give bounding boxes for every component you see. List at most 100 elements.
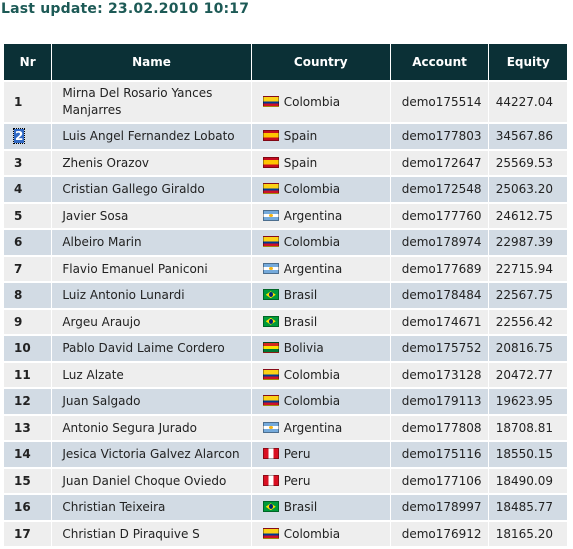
cell-account: demo175116: [390, 442, 489, 467]
column-header-nr[interactable]: Nr: [4, 44, 52, 80]
country-name: Colombia: [283, 182, 341, 197]
cell-account: demo176912: [390, 521, 489, 546]
equity-value: 22567.75: [495, 288, 553, 303]
equity-value: 18485.77: [495, 500, 553, 515]
cell-nr: 14: [4, 442, 52, 467]
country-name: Spain: [283, 129, 318, 144]
cell-name: Luz Alzate: [52, 362, 251, 387]
spain-flag-icon: [262, 156, 279, 168]
cell-country: Brasil: [251, 495, 390, 520]
cell-name: Mirna Del Rosario Yances Manjarres: [52, 82, 251, 122]
cell-nr: 13: [4, 415, 52, 440]
table-row: 3 Zhenis Orazov Spain demo172647 25569.53: [4, 150, 567, 175]
account-id: demo175116: [401, 447, 482, 462]
trader-name: Antonio Segura Jurado: [62, 420, 197, 435]
argentina-flag-icon: [262, 262, 279, 274]
cell-equity: 25569.53: [489, 150, 567, 175]
cell-nr: 5: [4, 203, 52, 228]
cell-account: demo178484: [390, 283, 489, 308]
cell-country: Colombia: [251, 362, 390, 387]
selected-text-highlight: 2: [12, 128, 26, 145]
table-row: 7 Flavio Emanuel Paniconi Argentina demo177…: [4, 256, 567, 281]
trader-name: Flavio Emanuel Paniconi: [62, 261, 208, 276]
rank-number: 8: [14, 288, 23, 303]
trader-name: Juan Salgado: [62, 394, 141, 409]
cell-country: Brasil: [251, 283, 390, 308]
rank-number: 17: [14, 526, 31, 541]
trader-name: Christian Teixeira: [62, 500, 166, 515]
cell-name: Cristian Gallego Giraldo: [52, 177, 251, 202]
column-header-account[interactable]: Account: [390, 44, 489, 80]
column-header-country[interactable]: Country: [251, 44, 390, 80]
table-row: 14 Jesica Victoria Galvez Alarcon Peru demo…: [4, 442, 567, 467]
country-name: Colombia: [283, 95, 341, 109]
cell-equity: 20816.75: [489, 336, 567, 361]
cell-equity: 25063.20: [489, 177, 567, 202]
colombia-flag-icon: [262, 236, 279, 248]
cell-account: demo177689: [390, 256, 489, 281]
equity-value: 19623.95: [495, 394, 553, 409]
trader-name: Jesica Victoria Galvez Alarcon: [62, 447, 240, 462]
account-id: demo177689: [401, 261, 482, 276]
cell-name: Argeu Araujo: [52, 309, 251, 334]
cell-equity: 22715.94: [489, 256, 567, 281]
cell-nr: 17: [4, 521, 52, 546]
cell-country: Colombia: [251, 230, 390, 255]
cell-nr: 15: [4, 468, 52, 493]
cell-equity: 22567.75: [489, 283, 567, 308]
cell-equity: 19623.95: [489, 389, 567, 414]
trader-name: Albeiro Marin: [62, 235, 142, 250]
country-name: Brasil: [283, 500, 318, 515]
rank-number: 13: [14, 420, 31, 435]
country-name: Colombia: [283, 394, 341, 409]
column-header-name[interactable]: Name: [52, 44, 251, 80]
cell-name: Flavio Emanuel Paniconi: [52, 256, 251, 281]
cell-nr: 1: [4, 82, 52, 122]
country-name: Brasil: [283, 288, 318, 303]
equity-ranking-table: Nr Name Country Account Equity 1 Mirna De…: [3, 42, 568, 548]
rank-number: 6: [14, 235, 23, 250]
cell-account: demo172647: [390, 150, 489, 175]
cell-account: demo175514: [390, 82, 489, 122]
cell-name: Pablo David Laime Cordero: [52, 336, 251, 361]
account-id: demo178997: [401, 500, 482, 515]
last-update-text: Last update: 23.02.2010 10:17: [1, 1, 250, 17]
cell-nr: 8: [4, 283, 52, 308]
cell-equity: 44227.04: [489, 82, 567, 122]
cell-country: Argentina: [251, 256, 390, 281]
rank-number: 3: [14, 155, 23, 170]
account-id: demo177760: [401, 208, 482, 223]
cell-name: Antonio Segura Jurado: [52, 415, 251, 440]
table-row: 2 Luis Angel Fernandez Lobato Spain demo177…: [4, 124, 567, 149]
country-name: Spain: [283, 155, 318, 170]
rank-number: 9: [14, 314, 23, 329]
peru-flag-icon: [262, 474, 279, 486]
column-header-equity[interactable]: Equity: [489, 44, 567, 80]
cell-name: Juan Salgado: [52, 389, 251, 414]
cell-equity: 18550.15: [489, 442, 567, 467]
table-row: 9 Argeu Araujo Brasil demo174671 22556.42: [4, 309, 567, 334]
cell-account: demo177803: [390, 124, 489, 149]
account-id: demo172548: [401, 182, 482, 197]
equity-value: 18490.09: [495, 473, 553, 488]
cell-nr: 11: [4, 362, 52, 387]
colombia-flag-icon: [262, 368, 279, 380]
country-name: Colombia: [283, 367, 341, 382]
cell-account: demo177106: [390, 468, 489, 493]
account-id: demo176912: [401, 526, 482, 541]
equity-value: 22715.94: [495, 261, 553, 276]
equity-value: 25063.20: [495, 182, 553, 197]
cell-name: Zhenis Orazov: [52, 150, 251, 175]
rank-number: 7: [14, 261, 23, 276]
country-name: Argentina: [283, 261, 343, 276]
account-id: demo178484: [401, 288, 482, 303]
cell-nr: 2: [4, 124, 52, 149]
country-name: Peru: [283, 447, 311, 462]
cell-nr: 10: [4, 336, 52, 361]
cell-name: Jesica Victoria Galvez Alarcon: [52, 442, 251, 467]
rank-number: 1: [14, 95, 23, 109]
account-id: demo175514: [401, 95, 482, 109]
country-name: Argentina: [283, 208, 343, 223]
table-row: 15 Juan Daniel Choque Oviedo Peru demo17710…: [4, 468, 567, 493]
cell-nr: 7: [4, 256, 52, 281]
